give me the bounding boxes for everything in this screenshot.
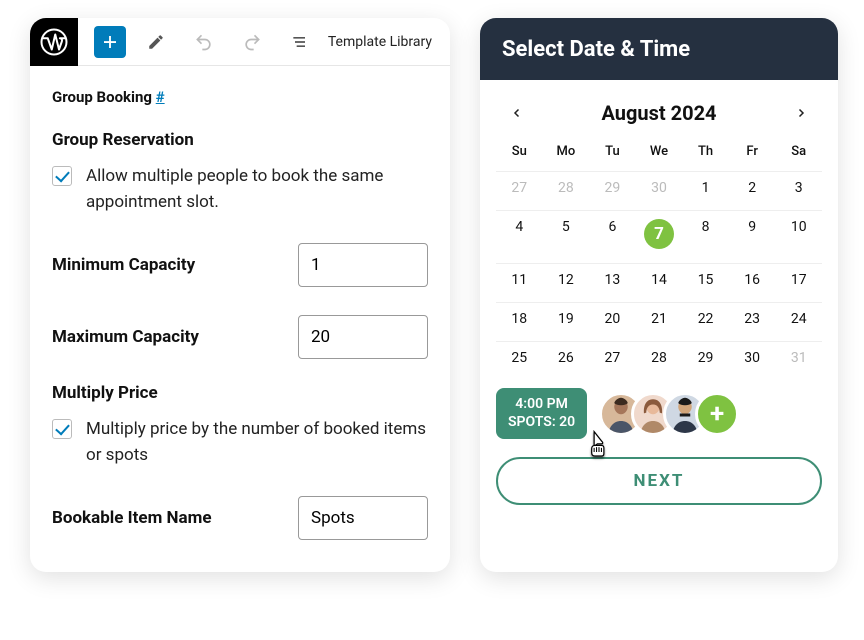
multiply-price-checkbox[interactable] <box>52 419 72 439</box>
template-library-link[interactable]: Template Library <box>328 34 432 50</box>
calendar-day[interactable]: 28 <box>636 341 683 374</box>
block-title: Group Booking # <box>52 88 428 106</box>
calendar-day[interactable]: 16 <box>729 263 776 296</box>
calendar-day[interactable]: 7 <box>636 210 683 257</box>
calendar-month: August 2024 <box>601 101 716 125</box>
calendar-weekday: We <box>636 138 683 165</box>
calendar-day[interactable]: 29 <box>589 171 636 204</box>
time-slot-pill[interactable]: 4:00 PM SPOTS: 20 <box>496 388 587 439</box>
calendar-day[interactable]: 19 <box>543 302 590 335</box>
min-capacity-input[interactable] <box>298 243 428 287</box>
multiply-price-title: Multiply Price <box>52 383 428 403</box>
calendar-weekday: Fr <box>729 138 776 165</box>
editor-toolbar: Template Library <box>30 18 450 66</box>
list-view-icon[interactable] <box>282 24 318 60</box>
multiply-price-desc: Multiply price by the number of booked i… <box>86 417 428 468</box>
redo-icon[interactable] <box>234 24 270 60</box>
calendar-day[interactable]: 27 <box>589 341 636 374</box>
block-anchor-link[interactable]: # <box>156 88 165 106</box>
booking-panel: Select Date & Time August 2024 SuMoTuWeT… <box>480 18 838 572</box>
max-capacity-input[interactable] <box>298 315 428 359</box>
block-title-text: Group Booking <box>52 88 152 106</box>
calendar-day[interactable]: 2 <box>729 171 776 204</box>
slot-time: 4:00 PM <box>508 396 575 414</box>
calendar-day[interactable]: 30 <box>636 171 683 204</box>
undo-icon[interactable] <box>186 24 222 60</box>
add-block-button[interactable] <box>94 26 126 58</box>
calendar-weekday: Sa <box>775 138 822 165</box>
next-month-button[interactable] <box>788 100 814 126</box>
calendar-day[interactable]: 23 <box>729 302 776 335</box>
booking-header: Select Date & Time <box>480 18 838 80</box>
calendar-day[interactable]: 12 <box>543 263 590 296</box>
calendar-day[interactable]: 26 <box>543 341 590 374</box>
calendar-day[interactable]: 24 <box>775 302 822 335</box>
max-capacity-label: Maximum Capacity <box>52 327 199 347</box>
calendar-day[interactable]: 28 <box>543 171 590 204</box>
calendar-day[interactable]: 14 <box>636 263 683 296</box>
calendar-day[interactable]: 13 <box>589 263 636 296</box>
calendar-weekday: Tu <box>589 138 636 165</box>
calendar-day[interactable]: 3 <box>775 171 822 204</box>
calendar-day[interactable]: 6 <box>589 210 636 257</box>
calendar-day[interactable]: 27 <box>496 171 543 204</box>
calendar-day[interactable]: 4 <box>496 210 543 257</box>
slot-spots: SPOTS: 20 <box>508 414 575 432</box>
calendar-day[interactable]: 17 <box>775 263 822 296</box>
next-button[interactable]: NEXT <box>496 457 822 505</box>
calendar-day[interactable]: 21 <box>636 302 683 335</box>
calendar-day[interactable]: 22 <box>682 302 729 335</box>
calendar-day[interactable]: 11 <box>496 263 543 296</box>
calendar-day[interactable]: 25 <box>496 341 543 374</box>
time-slot-row: 4:00 PM SPOTS: 20 + <box>480 374 838 439</box>
avatar-stack: + <box>599 392 739 436</box>
calendar-day[interactable]: 30 <box>729 341 776 374</box>
group-reservation-checkbox[interactable] <box>52 166 72 186</box>
edit-icon[interactable] <box>138 24 174 60</box>
min-capacity-label: Minimum Capacity <box>52 255 195 275</box>
editor-body: Group Booking # Group Reservation Allow … <box>30 66 450 540</box>
bookable-item-label: Bookable Item Name <box>52 508 212 528</box>
calendar-weekday: Mo <box>543 138 590 165</box>
calendar: August 2024 SuMoTuWeThFrSa27282930123456… <box>480 80 838 374</box>
editor-panel: Template Library Group Booking # Group R… <box>30 18 450 572</box>
calendar-day[interactable]: 15 <box>682 263 729 296</box>
calendar-day[interactable]: 10 <box>775 210 822 257</box>
calendar-day[interactable]: 29 <box>682 341 729 374</box>
group-reservation-title: Group Reservation <box>52 130 428 150</box>
calendar-day[interactable]: 31 <box>775 341 822 374</box>
calendar-day[interactable]: 5 <box>543 210 590 257</box>
calendar-day[interactable]: 9 <box>729 210 776 257</box>
group-reservation-desc: Allow multiple people to book the same a… <box>86 164 428 215</box>
calendar-day[interactable]: 8 <box>682 210 729 257</box>
calendar-day[interactable]: 20 <box>589 302 636 335</box>
calendar-day[interactable]: 18 <box>496 302 543 335</box>
add-person-button[interactable]: + <box>695 392 739 436</box>
wordpress-logo[interactable] <box>30 18 78 66</box>
calendar-day[interactable]: 1 <box>682 171 729 204</box>
calendar-weekday: Su <box>496 138 543 165</box>
bookable-item-input[interactable] <box>298 496 428 540</box>
calendar-weekday: Th <box>682 138 729 165</box>
prev-month-button[interactable] <box>504 100 530 126</box>
